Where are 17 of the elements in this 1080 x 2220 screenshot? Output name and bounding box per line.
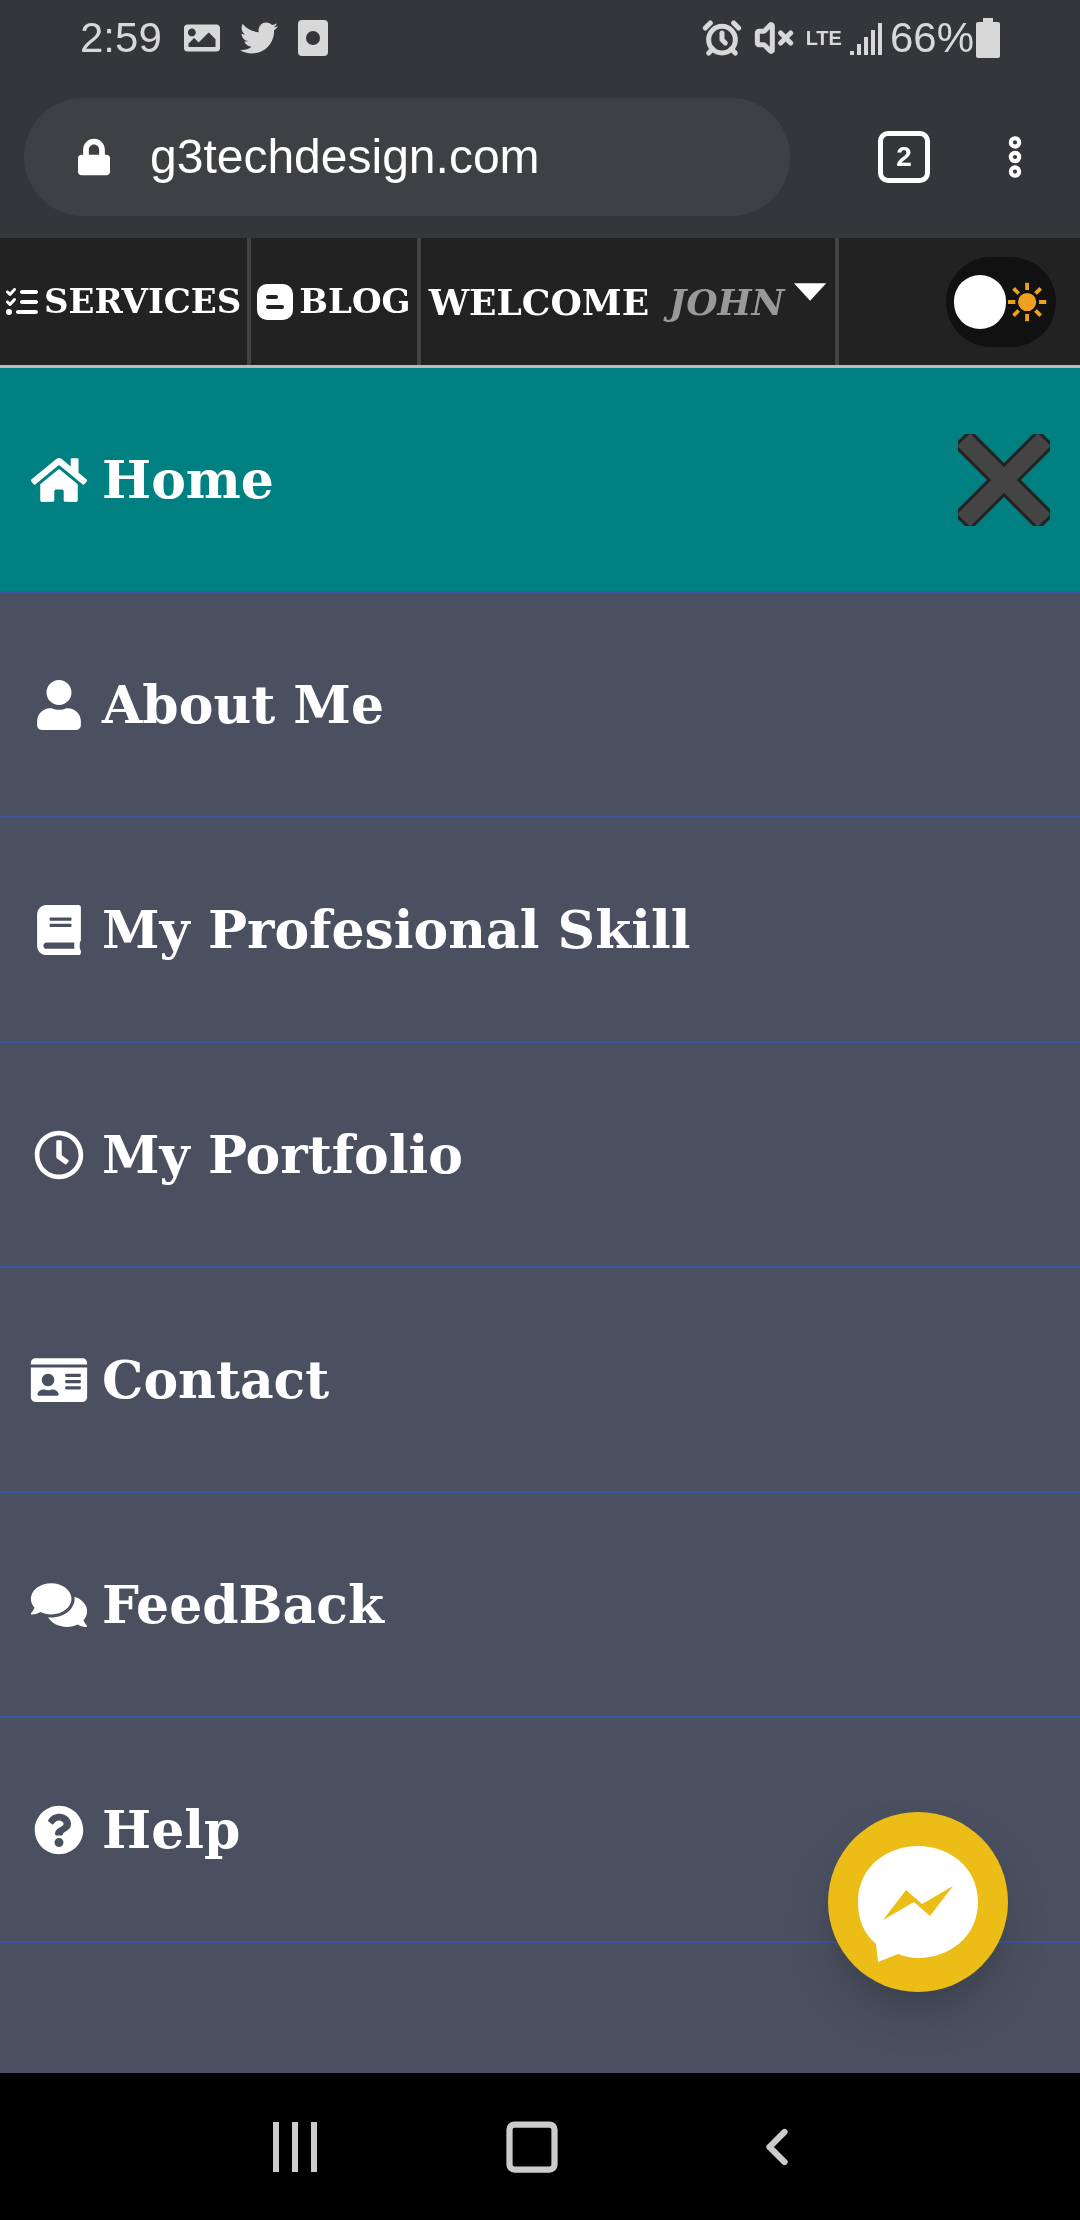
nav-link[interactable]: BLOG bbox=[251, 238, 421, 365]
close-icon[interactable] bbox=[958, 433, 1050, 526]
checklist-icon bbox=[6, 285, 38, 318]
recent-apps-icon[interactable] bbox=[272, 2121, 317, 2172]
signal-icon bbox=[849, 20, 882, 55]
lock-icon bbox=[78, 137, 110, 176]
document-icon bbox=[257, 283, 294, 320]
address-bar[interactable]: g3techdesign.com bbox=[24, 97, 790, 216]
menu-item[interactable]: Home bbox=[0, 368, 1080, 593]
network-label: LTE bbox=[805, 27, 842, 48]
clock-time: 2:59 bbox=[80, 13, 162, 63]
url-text: g3techdesign.com bbox=[150, 128, 540, 185]
notification-icon bbox=[297, 19, 328, 56]
alarm-icon bbox=[701, 17, 742, 58]
battery-icon bbox=[976, 17, 1000, 58]
battery-percent: 66% bbox=[889, 13, 974, 63]
tabs-button[interactable]: 2 bbox=[878, 130, 930, 183]
